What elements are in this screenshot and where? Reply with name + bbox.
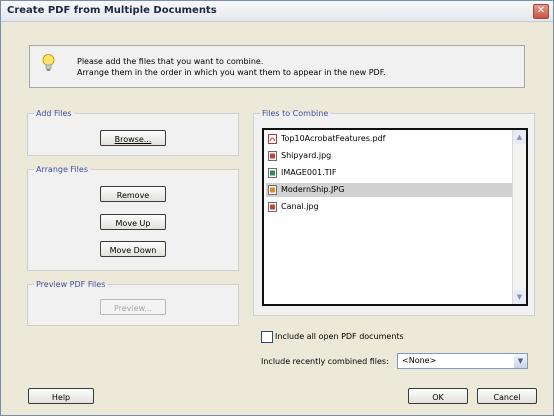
image-icon: [268, 202, 277, 212]
file-list[interactable]: Top10AcrobatFeatures.pdf Shipyard.jpg IM…: [262, 128, 528, 306]
scroll-down-icon[interactable]: ▼: [513, 290, 526, 304]
file-list-item[interactable]: IMAGE001.TIF: [266, 166, 512, 180]
scroll-up-icon[interactable]: ▲: [513, 130, 526, 144]
recent-files-label: Include recently combined files:: [261, 357, 389, 366]
preview-legend: Preview PDF Files: [36, 280, 106, 289]
title-bar[interactable]: Create PDF from Multiple Documents ✕: [1, 1, 553, 22]
ok-label: OK: [432, 393, 444, 402]
file-list-item-selected[interactable]: ModernShip.JPG: [266, 183, 512, 197]
file-name: Canal.jpg: [281, 202, 319, 211]
file-name: Shipyard.jpg: [281, 151, 332, 160]
include-open-pdfs-label: Include all open PDF documents: [275, 332, 404, 341]
include-open-pdfs-checkbox[interactable]: [261, 331, 273, 343]
file-name: IMAGE001.TIF: [281, 168, 337, 177]
file-name: Top10AcrobatFeatures.pdf: [281, 134, 386, 143]
move-up-label: Move Up: [115, 219, 151, 228]
files-to-combine-legend: Files to Combine: [262, 109, 329, 118]
arrange-files-legend: Arrange Files: [36, 165, 88, 174]
file-list-scrollbar[interactable]: ▲ ▼: [512, 130, 526, 304]
chevron-down-icon[interactable]: ▼: [514, 354, 527, 368]
image-icon: [268, 151, 277, 161]
browse-label: Browse...: [114, 135, 152, 144]
file-name: ModernShip.JPG: [281, 185, 345, 194]
dialog-title: Create PDF from Multiple Documents: [7, 5, 217, 16]
remove-button[interactable]: Remove: [100, 186, 166, 202]
move-up-button[interactable]: Move Up: [100, 214, 166, 230]
add-files-legend: Add Files: [36, 109, 72, 118]
remove-label: Remove: [116, 191, 150, 200]
instruction-panel: Please add the files that you want to co…: [29, 45, 525, 88]
help-button[interactable]: Help: [28, 388, 94, 404]
move-down-button[interactable]: Move Down: [100, 241, 166, 257]
preview-button[interactable]: Preview...: [100, 299, 166, 315]
cancel-button[interactable]: Cancel: [477, 388, 537, 404]
instruction-line-2: Arrange them in the order in which you w…: [77, 68, 386, 77]
cancel-label: Cancel: [493, 393, 521, 402]
close-icon[interactable]: ✕: [533, 4, 549, 19]
preview-label: Preview...: [113, 304, 153, 313]
recent-files-select[interactable]: <None> ▼: [397, 353, 528, 369]
recent-files-value: <None>: [402, 356, 437, 365]
file-list-item[interactable]: Top10AcrobatFeatures.pdf: [266, 132, 512, 146]
pdf-icon: [268, 134, 277, 144]
file-list-item[interactable]: Shipyard.jpg: [266, 149, 512, 163]
ok-button[interactable]: OK: [408, 388, 468, 404]
image-icon: [268, 168, 277, 178]
help-label: Help: [51, 393, 71, 402]
file-list-item[interactable]: Canal.jpg: [266, 200, 512, 214]
dialog-window: Create PDF from Multiple Documents ✕ Ple…: [0, 0, 554, 416]
move-down-label: Move Down: [109, 246, 157, 255]
browse-button[interactable]: Browse...: [100, 130, 166, 146]
lightbulb-icon: [42, 54, 55, 71]
image-icon: [268, 185, 277, 195]
instruction-line-1: Please add the files that you want to co…: [77, 57, 264, 66]
